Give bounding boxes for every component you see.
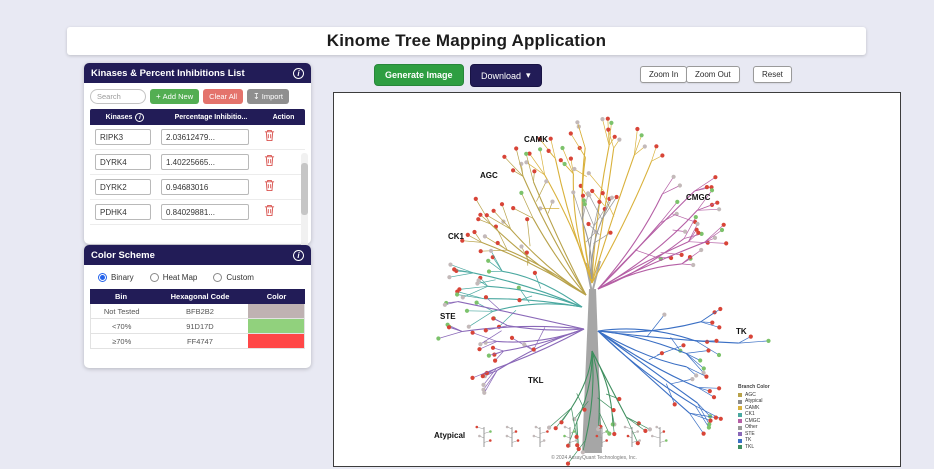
- column-color: Color: [266, 292, 287, 301]
- generate-image-button[interactable]: Generate Image: [374, 64, 464, 86]
- zoom-out-button[interactable]: Zoom Out: [686, 66, 740, 83]
- kinase-name-field[interactable]: [95, 154, 151, 170]
- bin-label: Not Tested: [103, 306, 140, 316]
- caret-down-icon: ▾: [526, 70, 531, 80]
- kinome-tree-image: [436, 116, 771, 466]
- column-percentage: Percentage Inhibitio...: [174, 113, 248, 121]
- delete-row-button[interactable]: [263, 203, 276, 221]
- radio-icon[interactable]: [213, 273, 223, 282]
- delete-row-button[interactable]: [263, 128, 276, 146]
- bin-row: Not Tested BFB2B2: [90, 304, 305, 319]
- kinase-name-field[interactable]: [95, 179, 151, 195]
- radio-icon[interactable]: [98, 273, 107, 282]
- color-scheme-header: Color Scheme i: [84, 245, 311, 265]
- color-scheme-panel: Color Scheme i Binary Heat Map Custom Bi…: [84, 245, 311, 368]
- bin-label: <70%: [112, 321, 132, 331]
- kinase-toolbar: + Add New Clear All ↧ Import: [84, 83, 311, 109]
- kinase-panel-header: Kinases & Percent Inhibitions List i: [84, 63, 311, 83]
- kinase-panel-title: Kinases & Percent Inhibitions List: [91, 67, 245, 79]
- tree-label-ste: STE: [440, 312, 456, 321]
- hex-code: BFB2B2: [186, 306, 214, 316]
- kinase-panel: Kinases & Percent Inhibitions List i + A…: [84, 63, 311, 299]
- page-title: Kinome Tree Mapping Application: [326, 31, 607, 50]
- radio-custom[interactable]: Custom: [213, 273, 254, 282]
- legend-item: TK: [738, 437, 782, 444]
- bin-row: <70% 91D17D: [90, 319, 305, 334]
- column-hex: Hexagonal Code: [170, 292, 230, 301]
- color-swatch: [247, 304, 304, 318]
- tree-label-camk: CAMK: [524, 135, 548, 144]
- info-icon[interactable]: i: [293, 249, 304, 261]
- legend-title: Branch Color: [738, 384, 770, 390]
- color-swatch: [247, 319, 304, 333]
- legend-item: Other: [738, 424, 782, 431]
- scrollbar-thumb[interactable]: [301, 163, 308, 215]
- column-kinases: Kinases i: [90, 112, 160, 122]
- hex-code: FF4747: [187, 336, 213, 346]
- trash-icon: [264, 205, 274, 216]
- reset-button[interactable]: Reset: [753, 66, 792, 83]
- kinase-table-header: Kinases i Percentage Inhibitio... Action: [90, 109, 305, 125]
- color-scheme-title: Color Scheme: [91, 249, 155, 261]
- color-swatch: [247, 334, 304, 348]
- plus-icon: +: [156, 91, 161, 101]
- zoom-in-button[interactable]: Zoom In: [640, 66, 688, 83]
- hex-code: 91D17D: [186, 321, 214, 331]
- add-new-button[interactable]: + Add New: [150, 89, 200, 104]
- bin-label: ≥70%: [112, 336, 132, 346]
- download-button[interactable]: Download ▾: [470, 64, 542, 87]
- radio-icon[interactable]: [149, 273, 159, 282]
- column-bin: Bin: [114, 292, 128, 301]
- delete-row-button[interactable]: [263, 178, 276, 196]
- kinase-name-field[interactable]: [95, 129, 151, 145]
- kinase-value-field[interactable]: [161, 129, 249, 145]
- legend-item: Atypical: [738, 398, 782, 405]
- table-row: [90, 125, 305, 150]
- radio-heat-map[interactable]: Heat Map: [149, 273, 197, 282]
- table-row: [90, 200, 305, 225]
- kinase-value-field[interactable]: [161, 179, 249, 195]
- kinases-info-icon[interactable]: i: [135, 112, 145, 122]
- tree-label-tkl: TKL: [528, 376, 544, 385]
- tree-label-tk: TK: [736, 327, 747, 336]
- import-button[interactable]: ↧ Import: [247, 89, 290, 104]
- bin-table: Bin Hexagonal Code Color Not Tested BFB2…: [90, 289, 305, 349]
- delete-row-button[interactable]: [263, 153, 276, 171]
- kinase-name-field[interactable]: [95, 204, 151, 220]
- column-action: Action: [272, 113, 295, 121]
- kinase-value-field[interactable]: [161, 204, 249, 220]
- clear-all-button[interactable]: Clear All: [203, 89, 244, 104]
- tree-label-agc: AGC: [480, 171, 498, 180]
- trash-icon: [264, 130, 274, 141]
- tree-label-atypical: Atypical: [434, 431, 466, 440]
- tree-legend-items: AGC Atypical CAMK CK1 CMGC Other STE TK TKL: [738, 392, 782, 451]
- tree-label-ck1: CK1: [448, 232, 465, 241]
- tree-legend: Branch Color AGC Atypical CAMK CK1 CMGC Other…: [738, 384, 782, 451]
- legend-item: CK1: [738, 411, 782, 418]
- bin-table-header: Bin Hexagonal Code Color: [90, 289, 305, 304]
- trash-icon: [264, 180, 274, 191]
- legend-item: TKL: [738, 444, 782, 451]
- info-icon[interactable]: i: [293, 67, 304, 79]
- radio-binary[interactable]: Binary: [98, 273, 134, 282]
- bin-row: ≥70% FF4747: [90, 334, 305, 349]
- search-input[interactable]: [90, 89, 146, 104]
- table-row: [90, 150, 305, 175]
- import-icon: ↧: [253, 91, 260, 101]
- tree-canvas[interactable]: CAMK AGC CMGC CK1 STE TK TKL Atypical Br…: [333, 92, 901, 467]
- table-row: [90, 175, 305, 200]
- trash-icon: [264, 155, 274, 166]
- tree-label-cmgc: CMGC: [686, 193, 711, 202]
- color-mode-radios: Binary Heat Map Custom: [84, 265, 311, 289]
- copyright-text: © 2024 AssayQuant Technologies, Inc.: [551, 455, 637, 461]
- kinase-value-field[interactable]: [161, 154, 249, 170]
- app-header: Kinome Tree Mapping Application: [67, 27, 866, 55]
